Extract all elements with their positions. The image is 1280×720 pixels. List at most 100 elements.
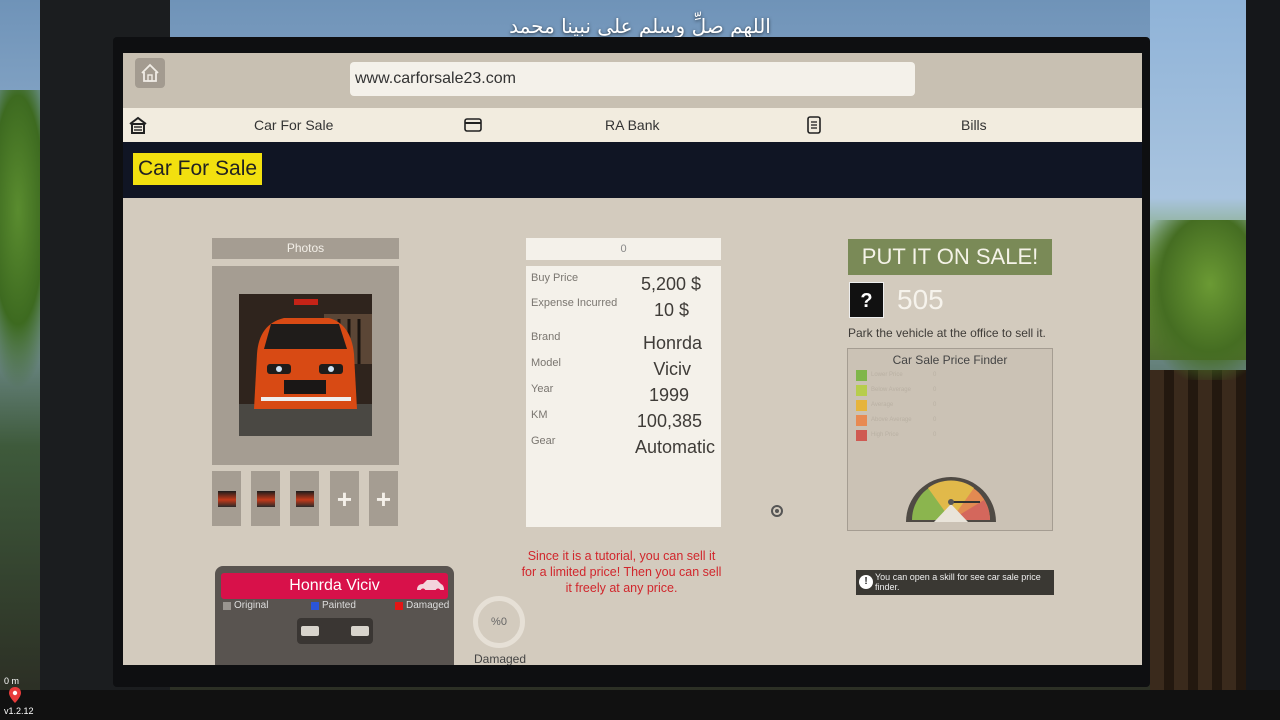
legend-label: Damaged — [406, 600, 450, 611]
price-finder-panel: Car Sale Price Finder Lower Price 0 Belo… — [847, 348, 1053, 531]
price-gauge — [906, 477, 996, 522]
page-title: Car For Sale — [133, 153, 263, 185]
credit-card-icon — [463, 116, 483, 134]
legend-label: Original — [234, 600, 269, 611]
park-note: Park the vehicle at the office to sell i… — [848, 326, 1046, 340]
question-icon[interactable]: ? — [849, 282, 884, 318]
url-bar[interactable]: www.carforsale23.com — [350, 62, 915, 96]
bill-icon — [804, 116, 824, 134]
year-value: 1999 — [648, 385, 689, 405]
put-on-sale-button[interactable]: PUT IT ON SALE! — [848, 239, 1052, 275]
plus-icon: + — [375, 483, 392, 514]
photo-thumbnail[interactable] — [290, 471, 319, 526]
legend-swatch — [856, 429, 867, 441]
background-fence — [1150, 370, 1246, 690]
hud: 0 m v1.2.12 — [4, 676, 44, 716]
background-floor — [0, 690, 1280, 720]
browser-bar: www.carforsale23.com — [123, 53, 1142, 108]
legend-original: Original — [223, 600, 268, 611]
legend-swatch — [856, 399, 867, 411]
car-details-panel: Buy Price 5,200 $ Expense Incurred 10 $ … — [526, 266, 721, 527]
add-photo-button[interactable]: + — [369, 471, 398, 526]
home-icon — [141, 63, 159, 82]
skill-note-text: You can open a skill for see car sale pr… — [875, 572, 1041, 592]
model-value: Viciv — [653, 359, 691, 379]
km-value: 100,385 — [636, 411, 702, 431]
legend-label: High Price — [871, 432, 899, 438]
legend-label: Above Average — [871, 417, 912, 423]
content-area: Photos + + 0 Buy Price 5,200 $ Expense I… — [123, 198, 1142, 665]
legend-swatch — [223, 601, 231, 610]
legend-value: 0 — [933, 417, 937, 423]
finder-legend-row: Above Average 0 — [856, 414, 936, 426]
nav-bills[interactable]: Bills — [961, 108, 987, 142]
car-photo[interactable] — [239, 294, 372, 436]
computer-screen: www.carforsale23.com Car For Sale RA Ban… — [123, 53, 1142, 665]
legend-label: Painted — [322, 600, 356, 611]
sale-price-input[interactable]: 0 — [526, 238, 721, 260]
nav-item-label: Bills — [961, 117, 987, 133]
legend-value: 0 — [933, 402, 937, 408]
version-label: v1.2.12 — [4, 706, 34, 716]
expense-value: 10 $ — [653, 300, 689, 320]
home-button[interactable] — [135, 58, 165, 88]
damage-label: Damaged — [473, 652, 527, 665]
suggested-price: 505 — [897, 284, 944, 315]
finder-legend-row: Below Average 0 — [856, 384, 936, 396]
year-label: Year — [531, 383, 554, 395]
map-pin-icon — [9, 687, 21, 703]
brand-value: Honrda — [642, 333, 702, 353]
legend-swatch — [856, 384, 867, 396]
gear-value: Automatic — [634, 437, 715, 457]
legend-label: Lower Price — [871, 372, 903, 378]
finder-legend-row: High Price 0 — [856, 429, 936, 441]
skill-note: ! You can open a skill for see car sale … — [856, 570, 1054, 595]
plus-icon: + — [336, 483, 353, 514]
garage-icon — [128, 116, 148, 134]
thumbnail-image — [256, 490, 275, 507]
distance-readout: 0 m — [4, 676, 20, 686]
finder-legend-row: Average 0 — [856, 399, 936, 411]
legend-damaged: Damaged — [395, 600, 449, 611]
legend-swatch — [856, 369, 867, 381]
overlay-title: اللهم صلِّ وسلم على نبينا محمد — [509, 14, 771, 38]
model-label: Model — [531, 357, 561, 369]
legend-swatch — [395, 601, 403, 610]
legend-value: 0 — [933, 387, 937, 393]
thumbnail-image — [217, 490, 236, 507]
gear-icon[interactable] — [768, 502, 786, 520]
car-condition-card: Honrda Viciv Original Painted Damaged — [215, 566, 454, 665]
brand-label: Brand — [531, 331, 561, 343]
photo-thumbnail[interactable] — [251, 471, 280, 526]
buy-price-value: 5,200 $ — [640, 274, 701, 294]
thumbnail-image — [295, 490, 314, 507]
car-diagram-part[interactable] — [297, 618, 373, 644]
nav-car-for-sale[interactable]: Car For Sale — [254, 108, 333, 142]
background-frame-right — [1246, 0, 1280, 720]
car-card-title: Honrda Viciv — [221, 573, 448, 599]
finder-legend-row: Lower Price 0 — [856, 369, 936, 381]
nav-bar: Car For Sale RA Bank Bills — [123, 108, 1142, 142]
legend-label: Average — [871, 402, 894, 408]
add-photo-button[interactable]: + — [330, 471, 359, 526]
photo-thumbnail[interactable] — [212, 471, 241, 526]
legend-value: 0 — [933, 432, 937, 438]
nav-ra-bank[interactable]: RA Bank — [605, 108, 659, 142]
expense-label: Expense Incurred — [531, 297, 618, 309]
gear-label: Gear — [531, 435, 556, 447]
buy-price-label: Buy Price — [531, 272, 579, 284]
tutorial-note: Since it is a tutorial, you can sell it … — [521, 549, 722, 595]
nav-item-label: Car For Sale — [254, 117, 334, 133]
legend-swatch — [856, 414, 867, 426]
car-icon — [417, 580, 444, 594]
legend-label: Below Average — [871, 387, 911, 393]
price-finder-title: Car Sale Price Finder — [892, 353, 1008, 367]
legend-swatch — [311, 601, 319, 610]
photo-frame — [212, 266, 399, 465]
nav-item-label: RA Bank — [605, 117, 660, 133]
info-icon: ! — [859, 575, 873, 589]
photos-header: Photos — [212, 238, 399, 259]
km-label: KM — [531, 409, 548, 421]
legend-painted: Painted — [311, 600, 356, 611]
legend-value: 0 — [933, 372, 937, 378]
